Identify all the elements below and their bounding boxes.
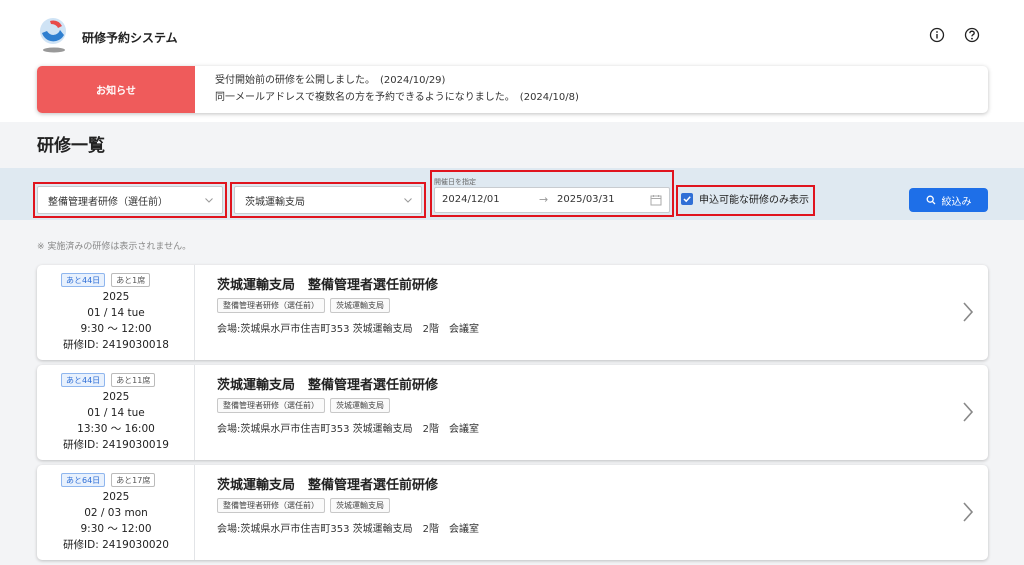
training-year: 2025 — [102, 391, 130, 403]
training-tag: 整備管理者研修（選任前） — [217, 298, 325, 313]
training-date: 01 / 14 tue — [87, 407, 145, 419]
notice-item: 受付開始前の研修を公開しました。 (2024/10/29) — [215, 75, 446, 86]
app-title: 研修予約システム — [82, 31, 178, 45]
seats-left-badge: あと17席 — [111, 473, 156, 487]
training-year: 2025 — [102, 491, 130, 503]
date-from-value[interactable]: 2024/12/01 — [442, 194, 500, 205]
available-only-checkbox[interactable]: 申込可能な研修のみ表示 — [681, 191, 809, 206]
training-date-panel: あと64日 あと17席 2025 02 / 03 mon 9:30 ～ 12:0… — [37, 465, 195, 560]
training-time: 9:30 ～ 12:00 — [80, 523, 152, 535]
app-header: 研修予約システム お知らせ 受付開始前の研修を公開しました。 (2024/10/… — [0, 0, 1024, 122]
arrow-right-icon: → — [539, 193, 549, 206]
course-select[interactable]: 整備管理者研修（選任前） — [37, 186, 223, 214]
chevron-right-icon[interactable] — [962, 501, 974, 523]
calendar-icon — [650, 195, 662, 206]
training-title[interactable]: 茨城運輸支局 整備管理者選任前研修 — [217, 274, 438, 293]
list-note: ※ 実施済みの研修は表示されません。 — [37, 242, 192, 252]
training-tag: 茨城運輸支局 — [330, 498, 390, 513]
page-title: 研修一覧 — [37, 136, 105, 156]
days-left-badge: あと64日 — [61, 473, 106, 487]
training-venue: 会場:茨城県水戸市住吉町353 茨城運輸支局 2階 会議室 — [217, 524, 479, 535]
office-select-value: 茨城運輸支局 — [245, 196, 305, 208]
seats-left-badge: あと11席 — [111, 373, 156, 387]
office-select[interactable]: 茨城運輸支局 — [234, 186, 422, 214]
filter-search-button[interactable]: 絞込み — [909, 188, 988, 212]
date-to-value[interactable]: 2025/03/31 — [557, 194, 615, 205]
date-range-picker[interactable]: 2024/12/01 → 2025/03/31 — [434, 187, 670, 213]
chevron-down-icon — [404, 198, 412, 203]
training-time: 9:30 ～ 12:00 — [80, 323, 152, 335]
chevron-right-icon[interactable] — [962, 301, 974, 323]
training-venue: 会場:茨城県水戸市住吉町353 茨城運輸支局 2階 会議室 — [217, 424, 479, 435]
training-tag: 茨城運輸支局 — [330, 298, 390, 313]
training-year: 2025 — [102, 291, 130, 303]
search-icon — [926, 195, 935, 205]
notice-item: 同一メールアドレスで複数名の方を予約できるようになりました。 (2024/10/… — [215, 92, 579, 103]
notice-panel: お知らせ 受付開始前の研修を公開しました。 (2024/10/29) 同一メール… — [37, 66, 988, 113]
training-date-panel: あと44日 あと11席 2025 01 / 14 tue 13:30 ～ 16:… — [37, 365, 195, 460]
crane-logo — [40, 18, 66, 53]
training-id: 研修ID: 2419030020 — [63, 539, 169, 551]
chevron-down-icon — [205, 198, 213, 203]
training-title[interactable]: 茨城運輸支局 整備管理者選任前研修 — [217, 474, 438, 493]
training-venue: 会場:茨城県水戸市住吉町353 茨城運輸支局 2階 会議室 — [217, 324, 479, 335]
training-tag: 整備管理者研修（選任前） — [217, 398, 325, 413]
training-time: 13:30 ～ 16:00 — [77, 423, 155, 435]
available-only-label[interactable]: 申込可能な研修のみ表示 — [699, 191, 809, 206]
training-card[interactable]: あと44日 あと11席 2025 01 / 14 tue 13:30 ～ 16:… — [37, 365, 988, 460]
notice-list: 受付開始前の研修を公開しました。 (2024/10/29) 同一メールアドレスで… — [215, 72, 579, 106]
help-icon[interactable] — [964, 27, 980, 43]
checkbox-checked-icon[interactable] — [681, 192, 693, 205]
days-left-badge: あと44日 — [61, 373, 106, 387]
training-title[interactable]: 茨城運輸支局 整備管理者選任前研修 — [217, 374, 438, 393]
training-id: 研修ID: 2419030018 — [63, 339, 169, 351]
training-card[interactable]: あと44日 あと1席 2025 01 / 14 tue 9:30 ～ 12:00… — [37, 265, 988, 360]
info-icon[interactable] — [929, 27, 945, 43]
chevron-right-icon[interactable] — [962, 401, 974, 423]
seats-left-badge: あと1席 — [111, 273, 151, 287]
training-tag: 整備管理者研修（選任前） — [217, 498, 325, 513]
training-date: 02 / 03 mon — [84, 507, 148, 519]
training-tag: 茨城運輸支局 — [330, 398, 390, 413]
course-select-value: 整備管理者研修（選任前） — [48, 196, 168, 208]
training-card[interactable]: あと64日 あと17席 2025 02 / 03 mon 9:30 ～ 12:0… — [37, 465, 988, 560]
date-range-label: 開催日を指定 — [434, 178, 476, 186]
days-left-badge: あと44日 — [61, 273, 106, 287]
training-date: 01 / 14 tue — [87, 307, 145, 319]
training-id: 研修ID: 2419030019 — [63, 439, 169, 451]
filter-search-label: 絞込み — [941, 196, 972, 208]
notice-label: お知らせ — [37, 66, 195, 113]
training-date-panel: あと44日 あと1席 2025 01 / 14 tue 9:30 ～ 12:00… — [37, 265, 195, 360]
